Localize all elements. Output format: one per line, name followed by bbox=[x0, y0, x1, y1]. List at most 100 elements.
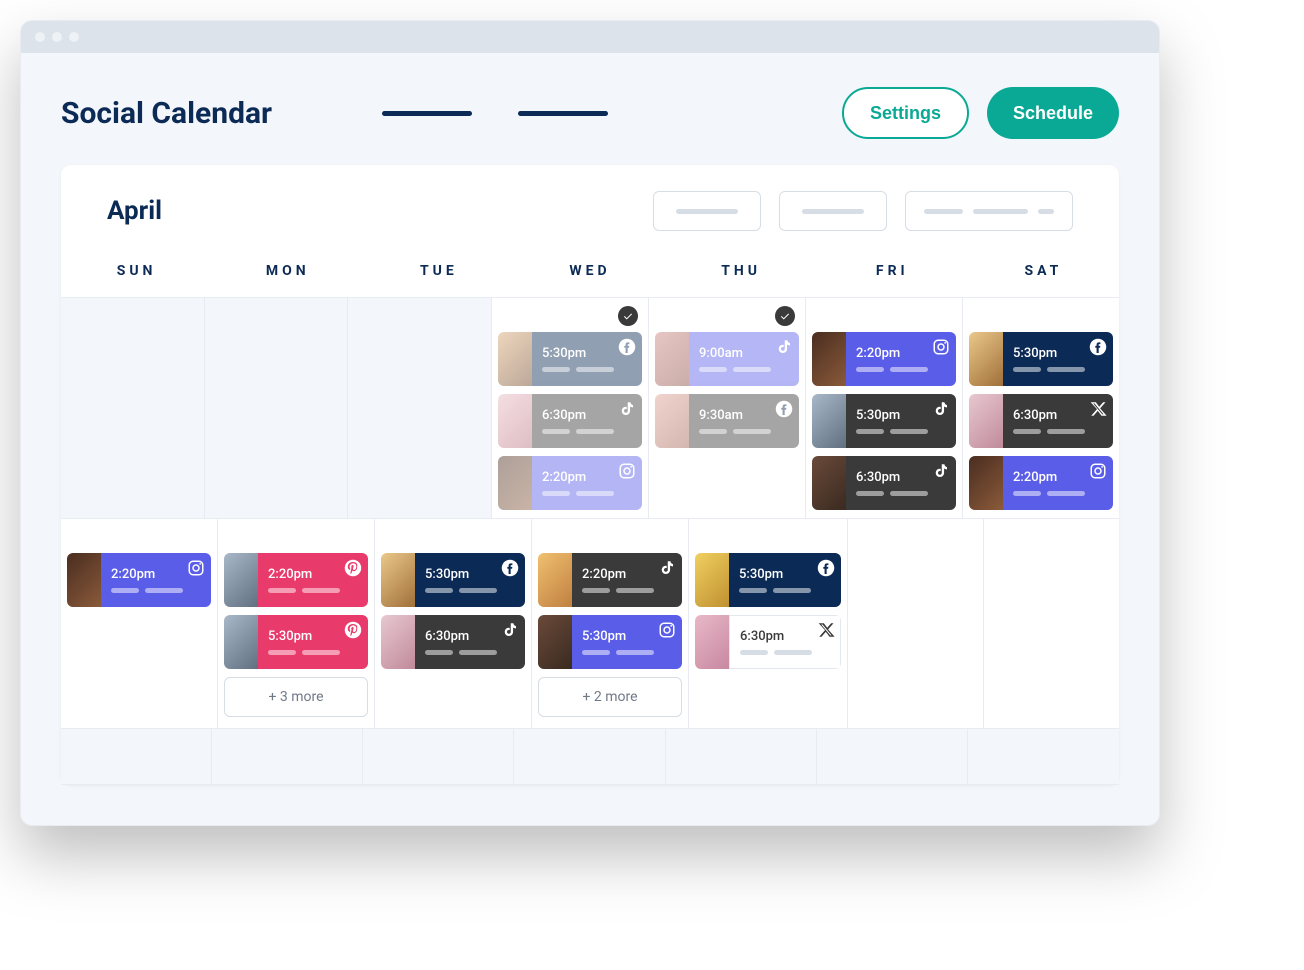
day-header: MON bbox=[212, 249, 363, 297]
calendar-cell[interactable] bbox=[514, 729, 665, 785]
day-header: SAT bbox=[968, 249, 1119, 297]
event-card[interactable]: 5:30pm bbox=[381, 553, 525, 607]
event-card[interactable]: 5:30pm bbox=[224, 615, 368, 669]
window-dot bbox=[52, 32, 62, 42]
event-thumbnail bbox=[969, 456, 1003, 510]
event-card[interactable]: 2:20pm bbox=[67, 553, 211, 607]
calendar-cell[interactable] bbox=[212, 729, 363, 785]
calendar-cell[interactable]: 2:20pm bbox=[61, 519, 218, 729]
tab-placeholder[interactable] bbox=[518, 111, 608, 116]
event-card[interactable]: 5:30pm bbox=[969, 332, 1113, 386]
app-header: Social Calendar Settings Schedule bbox=[21, 53, 1159, 165]
check-icon bbox=[775, 306, 795, 326]
filter-control[interactable] bbox=[779, 191, 887, 231]
event-text-placeholder bbox=[542, 367, 614, 372]
calendar-cell[interactable]: 2:20pm 5:30pm + 3 more bbox=[218, 519, 375, 729]
event-thumbnail bbox=[381, 615, 415, 669]
day-of-week-row: SUNMONTUEWEDTHUFRISAT bbox=[61, 249, 1119, 298]
day-header: WED bbox=[514, 249, 665, 297]
event-time: 2:20pm bbox=[582, 567, 654, 582]
event-text-placeholder bbox=[699, 367, 771, 372]
facebook-icon bbox=[1089, 338, 1107, 356]
calendar-cell[interactable] bbox=[984, 519, 1120, 729]
window-dot bbox=[35, 32, 45, 42]
event-card[interactable]: 2:20pm bbox=[224, 553, 368, 607]
event-time: 5:30pm bbox=[739, 567, 813, 582]
calendar-cell[interactable]: 5:30pm 6:30pm bbox=[689, 519, 848, 729]
event-card[interactable]: 6:30pm bbox=[969, 394, 1113, 448]
calendar-cell[interactable] bbox=[817, 729, 968, 785]
event-time: 5:30pm bbox=[268, 629, 340, 644]
event-card[interactable]: 2:20pm bbox=[538, 553, 682, 607]
event-card[interactable]: 5:30pm bbox=[695, 553, 841, 607]
event-card[interactable]: 5:30pm bbox=[498, 332, 642, 386]
event-thumbnail bbox=[224, 553, 258, 607]
day-header: TUE bbox=[363, 249, 514, 297]
calendar-cell[interactable]: 2:20pm 5:30pm + 2 more bbox=[532, 519, 689, 729]
x-icon bbox=[817, 621, 835, 639]
event-card[interactable]: 9:00am bbox=[655, 332, 799, 386]
facebook-icon bbox=[618, 338, 636, 356]
calendar-cell[interactable] bbox=[205, 298, 349, 519]
tiktok-icon bbox=[775, 338, 793, 356]
event-thumbnail bbox=[812, 394, 846, 448]
calendar-cell[interactable] bbox=[968, 729, 1119, 785]
settings-button[interactable]: Settings bbox=[842, 87, 969, 139]
filter-control[interactable] bbox=[653, 191, 761, 231]
event-thumbnail bbox=[969, 394, 1003, 448]
event-thumbnail bbox=[695, 615, 729, 669]
event-thumbnail bbox=[498, 394, 532, 448]
event-card[interactable]: 5:30pm bbox=[812, 394, 956, 448]
event-time: 5:30pm bbox=[425, 567, 497, 582]
event-card[interactable]: 9:30am bbox=[655, 394, 799, 448]
tiktok-icon bbox=[618, 400, 636, 418]
event-thumbnail bbox=[655, 394, 689, 448]
event-card[interactable]: 6:30pm bbox=[498, 394, 642, 448]
calendar-cell[interactable]: 2:20pm 5:30pm 6:30pm bbox=[806, 298, 963, 519]
calendar-panel: April SUNMONTUEWEDTHUFRISAT 5:30pm6:30pm… bbox=[61, 165, 1119, 785]
event-time: 2:20pm bbox=[268, 567, 340, 582]
event-thumbnail bbox=[812, 332, 846, 386]
calendar-cell[interactable] bbox=[61, 298, 205, 519]
event-card[interactable]: 6:30pm bbox=[695, 615, 841, 669]
facebook-icon bbox=[775, 400, 793, 418]
tab-placeholder[interactable] bbox=[382, 111, 472, 116]
filter-control[interactable] bbox=[905, 191, 1073, 231]
event-thumbnail bbox=[655, 332, 689, 386]
event-card[interactable]: 6:30pm bbox=[812, 456, 956, 510]
calendar-cell[interactable] bbox=[363, 729, 514, 785]
event-thumbnail bbox=[498, 332, 532, 386]
event-card[interactable]: 2:20pm bbox=[812, 332, 956, 386]
calendar-cell[interactable] bbox=[348, 298, 492, 519]
schedule-button[interactable]: Schedule bbox=[987, 87, 1119, 139]
event-text-placeholder bbox=[542, 491, 614, 496]
event-time: 5:30pm bbox=[542, 346, 614, 361]
event-card[interactable]: 2:20pm bbox=[969, 456, 1113, 510]
more-events-button[interactable]: + 2 more bbox=[538, 677, 682, 717]
page-title: Social Calendar bbox=[61, 96, 272, 131]
event-thumbnail bbox=[498, 456, 532, 510]
more-events-button[interactable]: + 3 more bbox=[224, 677, 368, 717]
instagram-icon bbox=[618, 462, 636, 480]
pinterest-icon bbox=[344, 621, 362, 639]
month-title: April bbox=[107, 196, 162, 226]
header-tabs-placeholder bbox=[382, 111, 608, 116]
calendar-cell[interactable] bbox=[666, 729, 817, 785]
event-card[interactable]: 6:30pm bbox=[381, 615, 525, 669]
event-text-placeholder bbox=[699, 429, 771, 434]
event-card[interactable]: 2:20pm bbox=[498, 456, 642, 510]
window-titlebar bbox=[21, 21, 1159, 53]
calendar-cell[interactable]: 5:30pm 6:30pm bbox=[375, 519, 532, 729]
tiktok-icon bbox=[932, 400, 950, 418]
calendar-cell[interactable]: 9:00am 9:30am bbox=[649, 298, 806, 519]
calendar-cell[interactable] bbox=[61, 729, 212, 785]
event-text-placeholder bbox=[268, 650, 340, 655]
event-time: 2:20pm bbox=[1013, 470, 1085, 485]
calendar-cell[interactable]: 5:30pm 6:30pm 2:20pm bbox=[492, 298, 649, 519]
event-card[interactable]: 5:30pm bbox=[538, 615, 682, 669]
calendar-cell[interactable] bbox=[848, 519, 984, 729]
event-thumbnail bbox=[224, 615, 258, 669]
calendar-cell[interactable]: 5:30pm 6:30pm 2:20pm bbox=[963, 298, 1119, 519]
event-time: 5:30pm bbox=[1013, 346, 1085, 361]
event-time: 2:20pm bbox=[856, 346, 928, 361]
